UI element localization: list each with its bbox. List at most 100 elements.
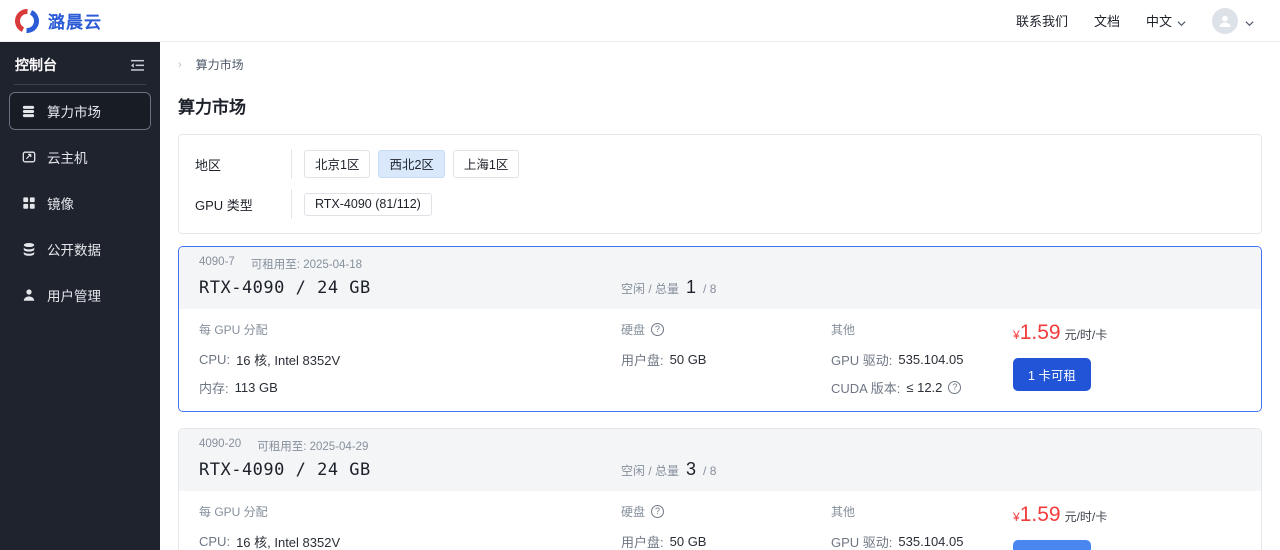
rent-button[interactable]: 1 卡可租 [1013,358,1091,391]
disk-header: 硬盘 [621,505,646,519]
per-gpu-header: 每 GPU 分配 [199,323,268,337]
region-label: 地区 [195,157,222,173]
gpu-card-header: 4090-20 可租用至: 2025-04-29 RTX-4090 / 24 G… [179,429,1261,491]
console-title: 控制台 [15,57,57,73]
chevron-down-icon [1245,16,1254,27]
sidebar-item-cloud-host[interactable]: 云主机 [9,138,151,176]
sidebar-item-label: 镜像 [47,197,74,212]
gpu-card-body: 每 GPU 分配 CPU:16 核, Intel 8352V 内存:113 GB… [179,491,1261,550]
chevron-down-icon [1177,16,1186,27]
availability-label: 空闲 / 总量 [621,282,680,296]
gpu-title: RTX-4090 / 24 GB [199,459,371,480]
gpu-card-4090-20[interactable]: 4090-20 可租用至: 2025-04-29 RTX-4090 / 24 G… [178,428,1262,550]
price-unit: 元/时/卡 [1064,328,1108,342]
machine-id: 4090-7 [199,256,235,268]
price-amount: 1.59 [1019,503,1061,526]
total-count: / 8 [703,282,717,296]
help-circle-icon[interactable]: ? [651,505,665,518]
gpu-driver-value: 535.104.05 [898,352,964,367]
sidebar-item-label: 公开数据 [47,243,101,258]
gpu-driver-key: GPU 驱动: [831,353,893,368]
sidebar-item-label: 云主机 [47,151,88,166]
sidebar-item-user-management[interactable]: 用户管理 [9,276,151,314]
other-header: 其他 [831,505,856,519]
sidebar-item-images[interactable]: 镜像 [9,184,151,222]
contact-link[interactable]: 联系我们 [1016,11,1068,30]
database-icon [21,242,36,257]
gpu-title: RTX-4090 / 24 GB [199,277,371,298]
rent-until-key: 可租用至: [250,259,301,271]
language-selector[interactable]: 中文 [1146,11,1186,30]
currency-symbol: ¥ [1013,510,1020,524]
rent-until: 可租用至: 2025-04-29 [257,438,368,454]
cpu-key: CPU: [199,534,231,549]
chevron-right-icon: › [178,58,182,71]
gpu-type-label: GPU 类型 [195,197,253,213]
breadcrumb: › 算力市场 [178,56,1262,73]
gpu-type-chip-rtx4090[interactable]: RTX-4090 (81/112) [304,192,432,216]
machine-id: 4090-20 [199,438,242,450]
user-disk-key: 用户盘: [621,535,664,550]
top-bar: 潞晨云 联系我们 文档 中文 [0,0,1280,42]
region-filter-row: 地区 北京1区 西北2区 上海1区 [195,147,1245,181]
logo-icon [14,8,40,34]
docs-link[interactable]: 文档 [1094,11,1120,30]
server-stack-icon [21,104,36,119]
region-chip-beijing1[interactable]: 北京1区 [304,150,371,178]
price-unit: 元/时/卡 [1064,510,1108,524]
rent-until-date: 2025-04-29 [309,441,369,453]
total-count: / 8 [703,464,717,478]
per-gpu-header: 每 GPU 分配 [199,505,268,519]
region-chip-xibei2[interactable]: 西北2区 [378,150,445,178]
page-title: 算力市场 [178,98,246,117]
price-amount: 1.59 [1019,321,1061,344]
region-chip-shanghai1[interactable]: 上海1区 [452,150,520,178]
logo[interactable]: 潞晨云 [14,8,102,34]
availability: 空闲 / 总量 1 / 8 [621,277,716,298]
main-content: › 算力市场 算力市场 地区 北京1区 西北2区 上海1区 GPU 类型 RTX… [160,42,1280,550]
memory-key: 内存: [199,381,229,396]
other-header: 其他 [831,323,856,337]
gpu-card-4090-7[interactable]: 4090-7 可租用至: 2025-04-18 RTX-4090 / 24 GB… [178,246,1262,412]
rent-until: 可租用至: 2025-04-18 [251,256,362,272]
cpu-value: 16 核, Intel 8352V [236,353,341,368]
sidebar-divider [14,84,146,85]
rent-button[interactable]: 3 卡可租 [1013,540,1091,550]
image-grid-icon [21,196,36,211]
help-circle-icon[interactable]: ? [948,381,962,394]
availability: 空闲 / 总量 3 / 8 [621,459,716,480]
sidebar-item-compute-market[interactable]: 算力市场 [9,92,151,130]
gpu-driver-value: 535.104.05 [898,534,964,549]
user-menu[interactable] [1212,7,1254,34]
rent-until-date: 2025-04-18 [303,259,363,271]
breadcrumb-item[interactable]: 算力市场 [196,56,244,73]
user-icon [21,288,36,303]
availability-label: 空闲 / 总量 [621,464,680,478]
filter-divider [291,149,292,179]
disk-header: 硬盘 [621,323,646,337]
sidebar-item-label: 用户管理 [47,289,101,304]
currency-symbol: ¥ [1013,328,1020,342]
sidebar-item-label: 算力市场 [47,105,101,120]
filter-divider [291,189,292,219]
price: ¥ 1.59 元/时/卡 [1013,321,1241,345]
gpu-driver-key: GPU 驱动: [831,535,893,550]
logo-text: 潞晨云 [48,13,102,32]
filter-card: 地区 北京1区 西北2区 上海1区 GPU 类型 RTX-4090 (81/11… [178,134,1262,234]
cpu-key: CPU: [199,352,231,367]
gpu-card-body: 每 GPU 分配 CPU: 16 核, Intel 8352V 内存: 113 GB… [179,309,1261,411]
gpu-type-filter-row: GPU 类型 RTX-4090 (81/112) [195,187,1245,221]
sidebar-item-public-data[interactable]: 公开数据 [9,230,151,268]
rent-until-key: 可租用至: [257,441,307,453]
cuda-version-value: ≤ 12.2 [906,380,943,395]
top-nav: 联系我们 文档 中文 [1016,7,1254,34]
language-label: 中文 [1145,14,1172,29]
price: ¥ 1.59 元/时/卡 [1013,503,1241,527]
cuda-version-key: CUDA 版本: [831,381,901,396]
memory-value: 113 GB [234,380,278,395]
help-circle-icon[interactable]: ? [651,323,665,336]
menu-fold-icon[interactable] [130,59,145,72]
free-count: 1 [686,277,697,297]
user-disk-value: 50 GB [669,352,707,367]
free-count: 3 [686,459,697,479]
